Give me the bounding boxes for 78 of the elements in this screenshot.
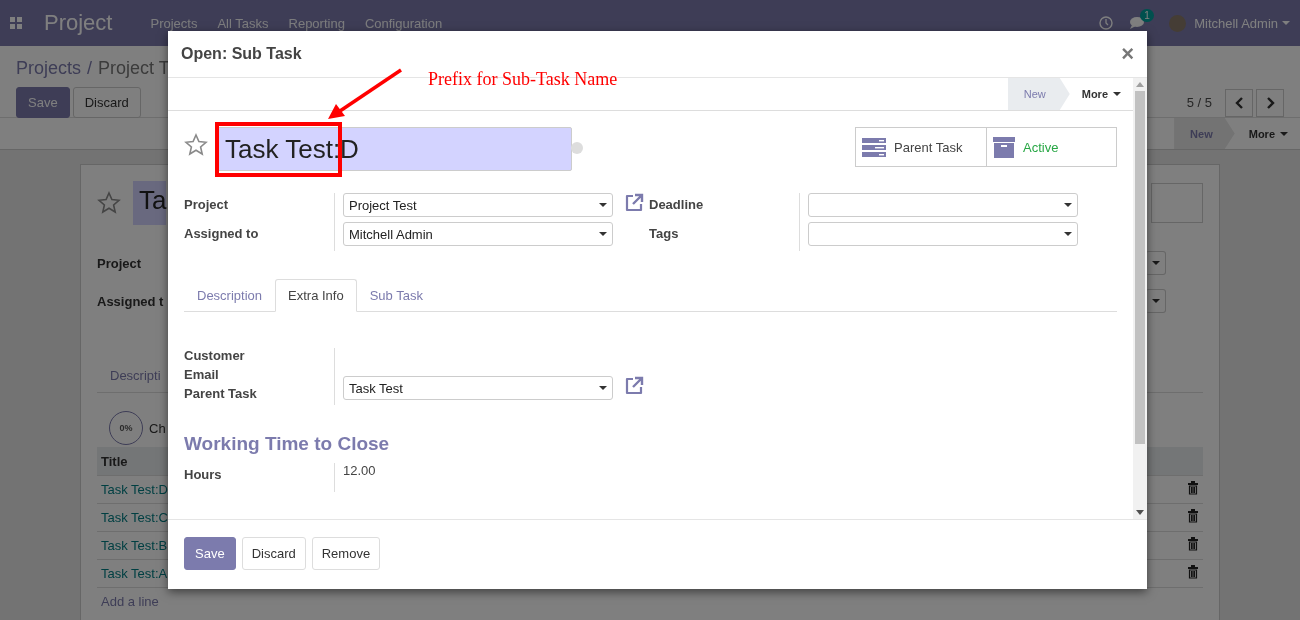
dropdown-field[interactable]: Task Test <box>343 376 613 400</box>
status-dot <box>571 142 583 154</box>
dropdown-field[interactable]: Project Test <box>343 193 613 217</box>
external-link-icon[interactable] <box>624 376 644 396</box>
external-link-icon[interactable] <box>624 193 644 213</box>
dialog-title: Open: Sub Task <box>181 45 302 63</box>
previous-button[interactable] <box>1225 88 1253 117</box>
stage-button[interactable]: New <box>1007 78 1070 110</box>
field-label: Parent Task <box>184 386 258 403</box>
more-button[interactable]: More <box>1234 118 1288 149</box>
caret-icon <box>599 386 607 390</box>
save-button[interactable]: Save <box>16 87 70 118</box>
breadcrumb-separator: / <box>87 58 93 79</box>
trash-icon[interactable] <box>1187 481 1199 495</box>
scroll-up-icon[interactable] <box>1136 82 1144 87</box>
checklist-label: Ch <box>149 420 166 436</box>
parent-task-button[interactable]: Parent Task <box>856 128 986 166</box>
field-label: Assigned to <box>184 225 260 243</box>
annotation-text: Prefix for Sub-Task Name <box>428 69 618 90</box>
table-cell[interactable]: Task Test:C <box>101 510 168 525</box>
add-line-link[interactable]: Add a line <box>101 593 159 609</box>
field-label: Tags <box>649 225 680 243</box>
close-button[interactable]: × <box>1121 43 1134 65</box>
tab[interactable]: Descripti <box>97 359 161 392</box>
user-menu[interactable]: Mitchell Admin <box>1169 14 1290 32</box>
breadcrumb-link[interactable]: Projects <box>16 58 82 79</box>
field-label: Project <box>184 196 230 214</box>
chevron-left-icon <box>1234 96 1244 109</box>
next-button[interactable] <box>1256 88 1284 117</box>
caret-icon <box>1282 21 1290 25</box>
caret-icon <box>1113 92 1121 96</box>
caret-icon <box>1064 203 1072 207</box>
save-button[interactable]: Save <box>184 537 236 570</box>
field-label: Email <box>184 367 220 384</box>
archive-box-icon <box>993 136 1015 158</box>
chevron-right-icon <box>1265 96 1275 109</box>
tab[interactable]: Extra Info <box>275 279 357 312</box>
message-count-badge: 1 <box>1140 9 1154 22</box>
trash-icon[interactable] <box>1187 537 1199 551</box>
dialog-button[interactable]: Remove <box>311 537 381 570</box>
more-button[interactable]: More <box>1069 78 1121 110</box>
caret-icon <box>1152 261 1160 265</box>
field-label: Project <box>97 255 142 271</box>
active-toggle-button[interactable]: Active <box>986 128 1116 166</box>
trash-icon[interactable] <box>1187 509 1199 523</box>
stacked-bars-icon <box>862 137 886 157</box>
dropdown-field[interactable] <box>808 193 1078 217</box>
field-value: 12.00 <box>343 463 376 478</box>
field-label: Deadline <box>649 196 705 214</box>
dropdown-field[interactable] <box>808 222 1078 246</box>
trash-icon[interactable] <box>1187 565 1199 579</box>
tab[interactable]: Sub Task <box>356 279 436 312</box>
star-icon[interactable] <box>184 133 208 157</box>
star-icon[interactable] <box>97 191 121 215</box>
apps-grid-icon[interactable] <box>10 17 22 29</box>
clock-icon[interactable] <box>1099 16 1114 30</box>
tab[interactable]: Description <box>184 279 276 312</box>
caret-icon <box>1280 131 1288 136</box>
dropdown-field[interactable]: Mitchell Admin <box>343 222 613 246</box>
caret-icon <box>1152 299 1160 303</box>
field-label: Customer <box>184 348 246 365</box>
dialog-button[interactable]: Discard <box>241 537 306 570</box>
table-cell[interactable]: Task Test:D <box>101 482 168 497</box>
caret-icon <box>1064 232 1072 236</box>
caret-icon <box>599 203 607 207</box>
discard-button[interactable]: Discard <box>72 87 141 118</box>
scrollbar[interactable] <box>1133 78 1147 519</box>
avatar <box>1169 14 1187 32</box>
table-cell[interactable]: Task Test:B <box>101 538 168 553</box>
scroll-thumb[interactable] <box>1135 91 1145 444</box>
field-label: Assigned t <box>97 293 164 309</box>
scroll-down-icon[interactable] <box>1136 510 1144 515</box>
task-name-field[interactable]: Ta <box>133 181 167 225</box>
pager-counter: 5 / 5 <box>1186 95 1212 110</box>
caret-icon <box>599 232 607 236</box>
chat-icon[interactable] <box>1129 16 1146 30</box>
table-cell[interactable]: Task Test:A <box>101 566 168 581</box>
app-title: Project <box>44 10 113 36</box>
